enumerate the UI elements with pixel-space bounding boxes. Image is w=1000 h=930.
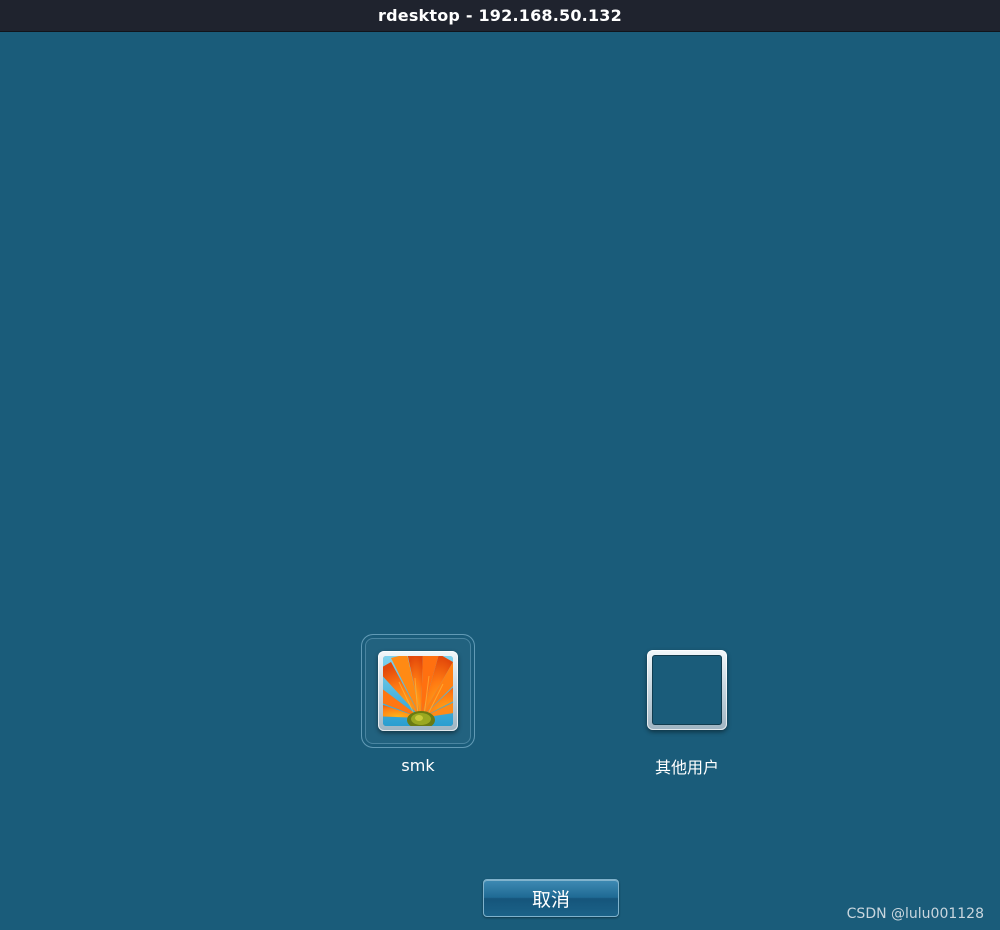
user-tile-frame <box>631 634 743 746</box>
user-tile-selection-frame <box>361 634 475 748</box>
orange-flower-icon <box>383 656 453 726</box>
user-tile-smk[interactable]: smk <box>358 634 478 775</box>
cancel-button[interactable]: 取消 <box>483 879 619 917</box>
user-name-label: smk <box>401 756 435 775</box>
logon-screen: smk 其他用户 CSDN @lulu001128 <box>0 32 1000 930</box>
window-title: rdesktop - 192.168.50.132 <box>378 6 622 25</box>
user-tile-other-user[interactable]: 其他用户 <box>627 634 747 778</box>
window-titlebar[interactable]: rdesktop - 192.168.50.132 <box>0 0 1000 32</box>
user-name-label: 其他用户 <box>654 758 719 777</box>
avatar-frame <box>378 651 458 731</box>
watermark-text: CSDN @lulu001128 <box>846 906 984 922</box>
blank-user-icon <box>652 655 722 725</box>
avatar-frame <box>647 650 727 730</box>
